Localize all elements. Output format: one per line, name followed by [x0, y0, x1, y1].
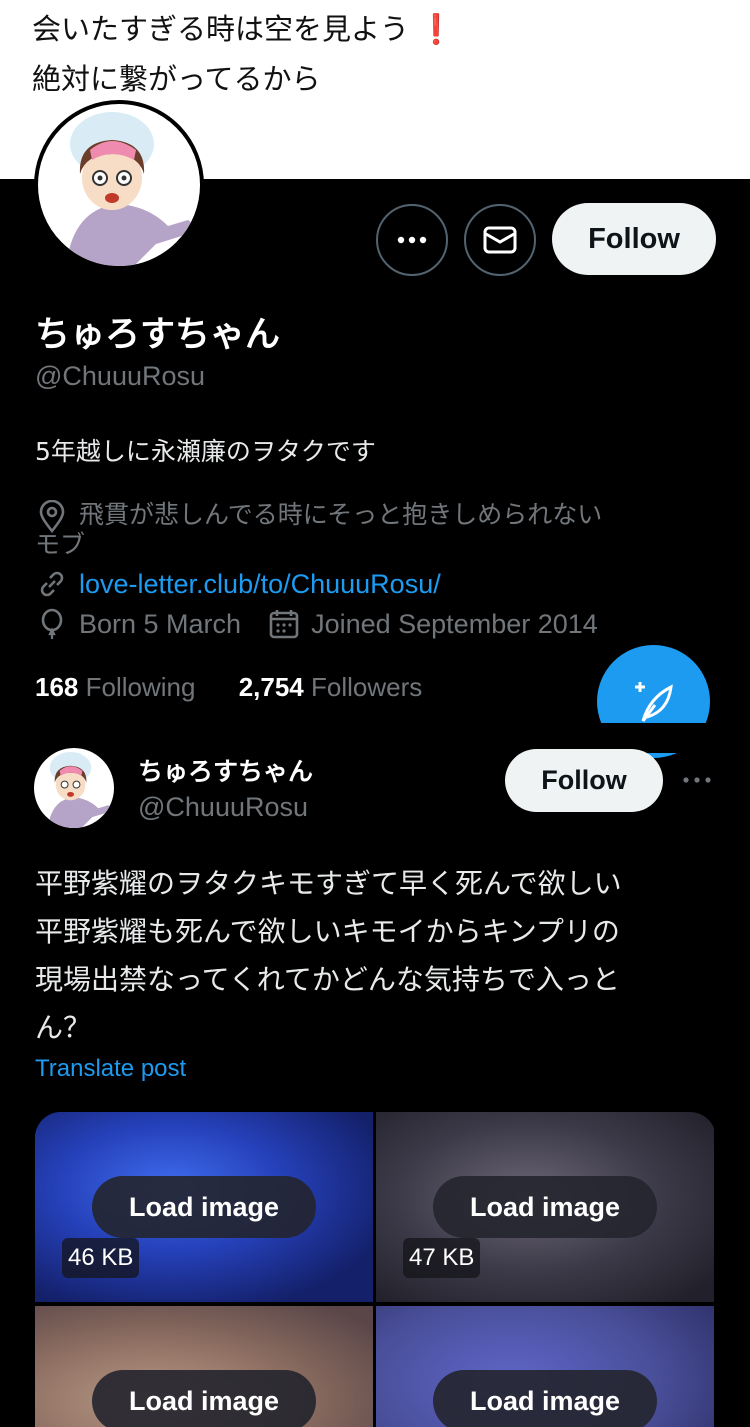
birthday-text: Born 5 March [79, 608, 242, 639]
followers-label: Followers [311, 672, 423, 702]
followers-link[interactable]: 2,754 Followers [239, 672, 423, 702]
banner-text: 会いたすぎる時は空を見よう [32, 12, 410, 46]
location-text-line-2: モブ [35, 530, 86, 559]
following-count: 168 [35, 672, 79, 702]
more-options-button[interactable] [376, 204, 448, 276]
compose-feather-plus-icon [634, 681, 673, 722]
section-divider [0, 723, 750, 753]
location-text-line-1: 飛貫が悲しんでる時にそっと抱きしめられない [79, 500, 603, 529]
banner-text-line-2: 絶対に繋がってるから [32, 62, 321, 96]
profile-website[interactable]: love-letter.club/to/ChuuuRosu/ [35, 567, 441, 601]
tweet-text-line: 平野紫耀のヲタクキモすぎて早く死んで欲しい [35, 867, 622, 900]
tweet-more-button[interactable] [680, 765, 714, 795]
avatar-illustration [68, 112, 192, 266]
calendar-icon [269, 610, 299, 639]
location-pin-icon [39, 500, 65, 534]
banner-text-line-1: 会いたすぎる時は空を見よう ❗ [32, 4, 750, 54]
balloon-icon [41, 608, 63, 639]
tweet-text-line: 平野紫耀も死んで欲しいキモイからキンプリの [35, 915, 620, 948]
tweet-follow-button[interactable]: Follow [505, 749, 663, 812]
tweet-text: 平野紫耀のヲタクキモすぎて早く死んで欲しい 平野紫耀も死んで欲しいキモイからキン… [35, 860, 725, 1052]
profile-stats: 168 Following 2,754 Followers [35, 672, 422, 703]
tweet-author-avatar[interactable] [34, 748, 114, 828]
load-image-button[interactable]: Load image [433, 1370, 657, 1427]
avatar-illustration [48, 751, 111, 828]
media-image-2[interactable]: Load image 47 KB [376, 1112, 714, 1302]
media-image-4[interactable]: Load image [376, 1306, 714, 1427]
following-label: Following [85, 672, 196, 702]
load-image-button[interactable]: Load image [92, 1370, 316, 1427]
profile-display-name: ちゅろすちゃん [35, 315, 281, 355]
image-size-badge: 46 KB [62, 1238, 140, 1278]
followers-count: 2,754 [238, 672, 304, 702]
tweet-author-name[interactable]: ちゅろすちゃん [138, 752, 313, 788]
image-size-badge: 47 KB [403, 1238, 481, 1278]
exclamation-mark-icon: ❗ [418, 12, 455, 46]
tweet-author-handle[interactable]: @ChuuuRosu [138, 792, 308, 823]
profile-dates: Born 5 March Joined September 2014 [35, 607, 598, 641]
tweet-media-grid: Load image 46 KB Load image 47 KB Load i… [35, 1112, 716, 1427]
load-image-button[interactable]: Load image [433, 1176, 657, 1238]
website-link[interactable]: love-letter.club/to/ChuuuRosu/ [79, 569, 441, 600]
tweet-text-line: 現場出禁なってくれてかどんな気持ちで入っと [35, 963, 620, 996]
more-horizontal-icon [683, 777, 711, 783]
profile-handle: @ChuuuRosu [35, 361, 206, 391]
profile-avatar[interactable] [34, 100, 204, 270]
following-link[interactable]: 168 Following [35, 672, 195, 702]
message-button[interactable] [464, 204, 536, 276]
follow-button[interactable]: Follow [552, 203, 716, 275]
envelope-icon [483, 226, 517, 254]
profile-bio: 5年越しに永瀬廉のヲタクです [35, 437, 376, 466]
profile-location: 飛貫が悲しんでる時にそっと抱きしめられない [35, 500, 602, 534]
joined-text: Joined September 2014 [311, 608, 598, 639]
more-horizontal-icon [397, 236, 427, 244]
load-image-button[interactable]: Load image [92, 1176, 316, 1238]
tweet-text-line: ん？ [35, 1011, 92, 1044]
media-image-1[interactable]: Load image 46 KB [35, 1112, 373, 1302]
media-image-3[interactable]: Load image [35, 1306, 373, 1427]
link-icon [40, 571, 64, 597]
translate-post-link[interactable]: Translate post [35, 1055, 186, 1083]
